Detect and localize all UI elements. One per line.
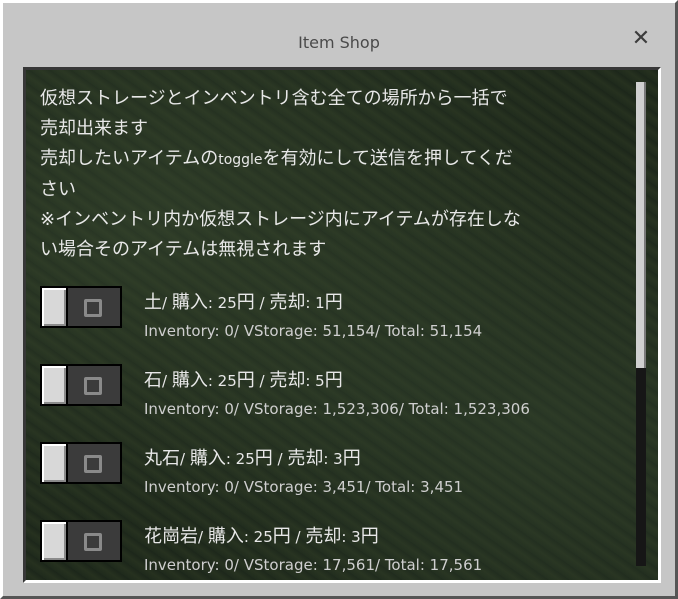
currency-unit: 円	[360, 526, 379, 547]
item-shop-window: Item Shop ✕ 仮想ストレージとインベントリ含む全ての場所から一括で 売却…	[0, 0, 678, 599]
separator: :	[207, 372, 218, 390]
separator: /	[272, 450, 288, 468]
sell-toggle[interactable]	[40, 286, 122, 328]
currency-unit: 円	[236, 292, 255, 313]
shop-item-row: 花崗岩/ 購入: 25円 / 売却: 3円 Inventory: 0/ VStor…	[40, 516, 630, 580]
toggle-knob	[42, 366, 68, 404]
description-fragment: 売却したいアイテムの	[40, 148, 219, 169]
description-line: さい	[40, 175, 630, 205]
separator: :	[225, 450, 236, 468]
currency-unit: 円	[342, 448, 361, 469]
separator: /	[254, 372, 270, 390]
description-line: 売却出来ます	[40, 114, 630, 144]
description-line: ※インベントリ内か仮想ストレージ内にアイテムが存在しな	[40, 205, 630, 235]
sell-price-value: 3	[333, 450, 343, 468]
separator: :	[323, 450, 334, 468]
separator: /	[290, 528, 306, 546]
content-panel[interactable]: 仮想ストレージとインベントリ含む全ての場所から一括で 売却出来ます売却したいアイテ…	[23, 67, 661, 583]
currency-unit: 円	[324, 370, 343, 391]
item-stock-info: Inventory: 0/ VStorage: 1,523,306/ Total…	[144, 400, 530, 418]
currency-unit: 円	[272, 526, 291, 547]
toggle-off-indicator-icon	[84, 533, 102, 551]
separator: /	[198, 528, 208, 546]
description-fragment: い場合そのアイテムは無視されます	[40, 239, 327, 260]
item-price-line: 土/ 購入: 25円 / 売却: 1円	[144, 288, 343, 314]
buy-label: 購入	[171, 370, 208, 391]
buy-price-value: 25	[217, 372, 237, 390]
description-fragment: さい	[40, 179, 76, 200]
item-stock-info: Inventory: 0/ VStorage: 17,561/ Total: 1…	[144, 556, 483, 574]
buy-price-value: 25	[253, 528, 273, 546]
toggle-knob	[42, 288, 68, 326]
description-line: 売却したいアイテムのtoggleを有効にして送信を押してくだ	[40, 144, 630, 175]
separator: :	[305, 294, 316, 312]
separator: :	[341, 528, 352, 546]
sell-toggle[interactable]	[40, 442, 122, 484]
buy-price-value: 25	[217, 294, 237, 312]
currency-unit: 円	[324, 292, 343, 313]
buy-label: 購入	[207, 526, 244, 547]
buy-price-value: 25	[235, 450, 255, 468]
item-stock-info: Inventory: 0/ VStorage: 3,451/ Total: 3,…	[144, 478, 464, 496]
currency-unit: 円	[254, 448, 273, 469]
separator: /	[254, 294, 270, 312]
toggle-off-indicator-icon	[84, 299, 102, 317]
description-line: い場合そのアイテムは無視されます	[40, 235, 630, 265]
sell-label: 売却	[305, 526, 342, 547]
description-fragment: ※インベントリ内か仮想ストレージ内にアイテムが存在しな	[40, 209, 521, 230]
sell-toggle[interactable]	[40, 520, 122, 562]
item-name: 石	[144, 370, 162, 391]
description-line: 仮想ストレージとインベントリ含む全ての場所から一括で	[40, 84, 630, 114]
item-stock-info: Inventory: 0/ VStorage: 51,154/ Total: 5…	[144, 322, 483, 340]
sell-price-value: 1	[315, 294, 325, 312]
item-price-line: 石/ 購入: 25円 / 売却: 5円	[144, 366, 343, 392]
item-name: 花崗岩	[144, 526, 198, 547]
description-text: 仮想ストレージとインベントリ含む全ての場所から一括で 売却出来ます売却したいアイテ…	[40, 84, 630, 265]
toggle-knob	[42, 522, 68, 560]
description-keyword: toggle	[218, 152, 263, 168]
description-fragment: 売却出来ます	[40, 118, 148, 139]
sell-label: 売却	[287, 448, 324, 469]
buy-label: 購入	[171, 292, 208, 313]
sell-price-value: 5	[315, 372, 325, 390]
description-fragment: 仮想ストレージとインベントリ含む全ての場所から一括で	[40, 88, 508, 109]
toggle-off-indicator-icon	[84, 455, 102, 473]
toggle-off-indicator-icon	[84, 377, 102, 395]
item-name: 丸石	[144, 448, 180, 469]
item-price-line: 花崗岩/ 購入: 25円 / 売却: 3円	[144, 522, 379, 548]
sell-label: 売却	[269, 370, 306, 391]
item-price-line: 丸石/ 購入: 25円 / 売却: 3円	[144, 444, 361, 470]
sell-label: 売却	[269, 292, 306, 313]
buy-label: 購入	[189, 448, 226, 469]
separator: :	[305, 372, 316, 390]
separator: /	[162, 372, 172, 390]
shop-item-row: 土/ 購入: 25円 / 売却: 1円 Inventory: 0/ VStorag…	[40, 282, 630, 354]
separator: :	[243, 528, 254, 546]
shop-item-row: 丸石/ 購入: 25円 / 売却: 3円 Inventory: 0/ VStora…	[40, 438, 630, 510]
sell-toggle[interactable]	[40, 364, 122, 406]
close-icon[interactable]: ✕	[629, 27, 653, 51]
shop-item-row: 石/ 購入: 25円 / 売却: 5円 Inventory: 0/ VStorag…	[40, 360, 630, 432]
sell-price-value: 3	[351, 528, 361, 546]
separator: :	[207, 294, 218, 312]
separator: /	[180, 450, 190, 468]
scrollbar-thumb[interactable]	[636, 82, 646, 368]
separator: /	[162, 294, 172, 312]
toggle-knob	[42, 444, 68, 482]
currency-unit: 円	[236, 370, 255, 391]
item-name: 土	[144, 292, 162, 313]
window-title: Item Shop	[298, 33, 380, 52]
description-fragment: を有効にして送信を押してくだ	[262, 148, 513, 169]
